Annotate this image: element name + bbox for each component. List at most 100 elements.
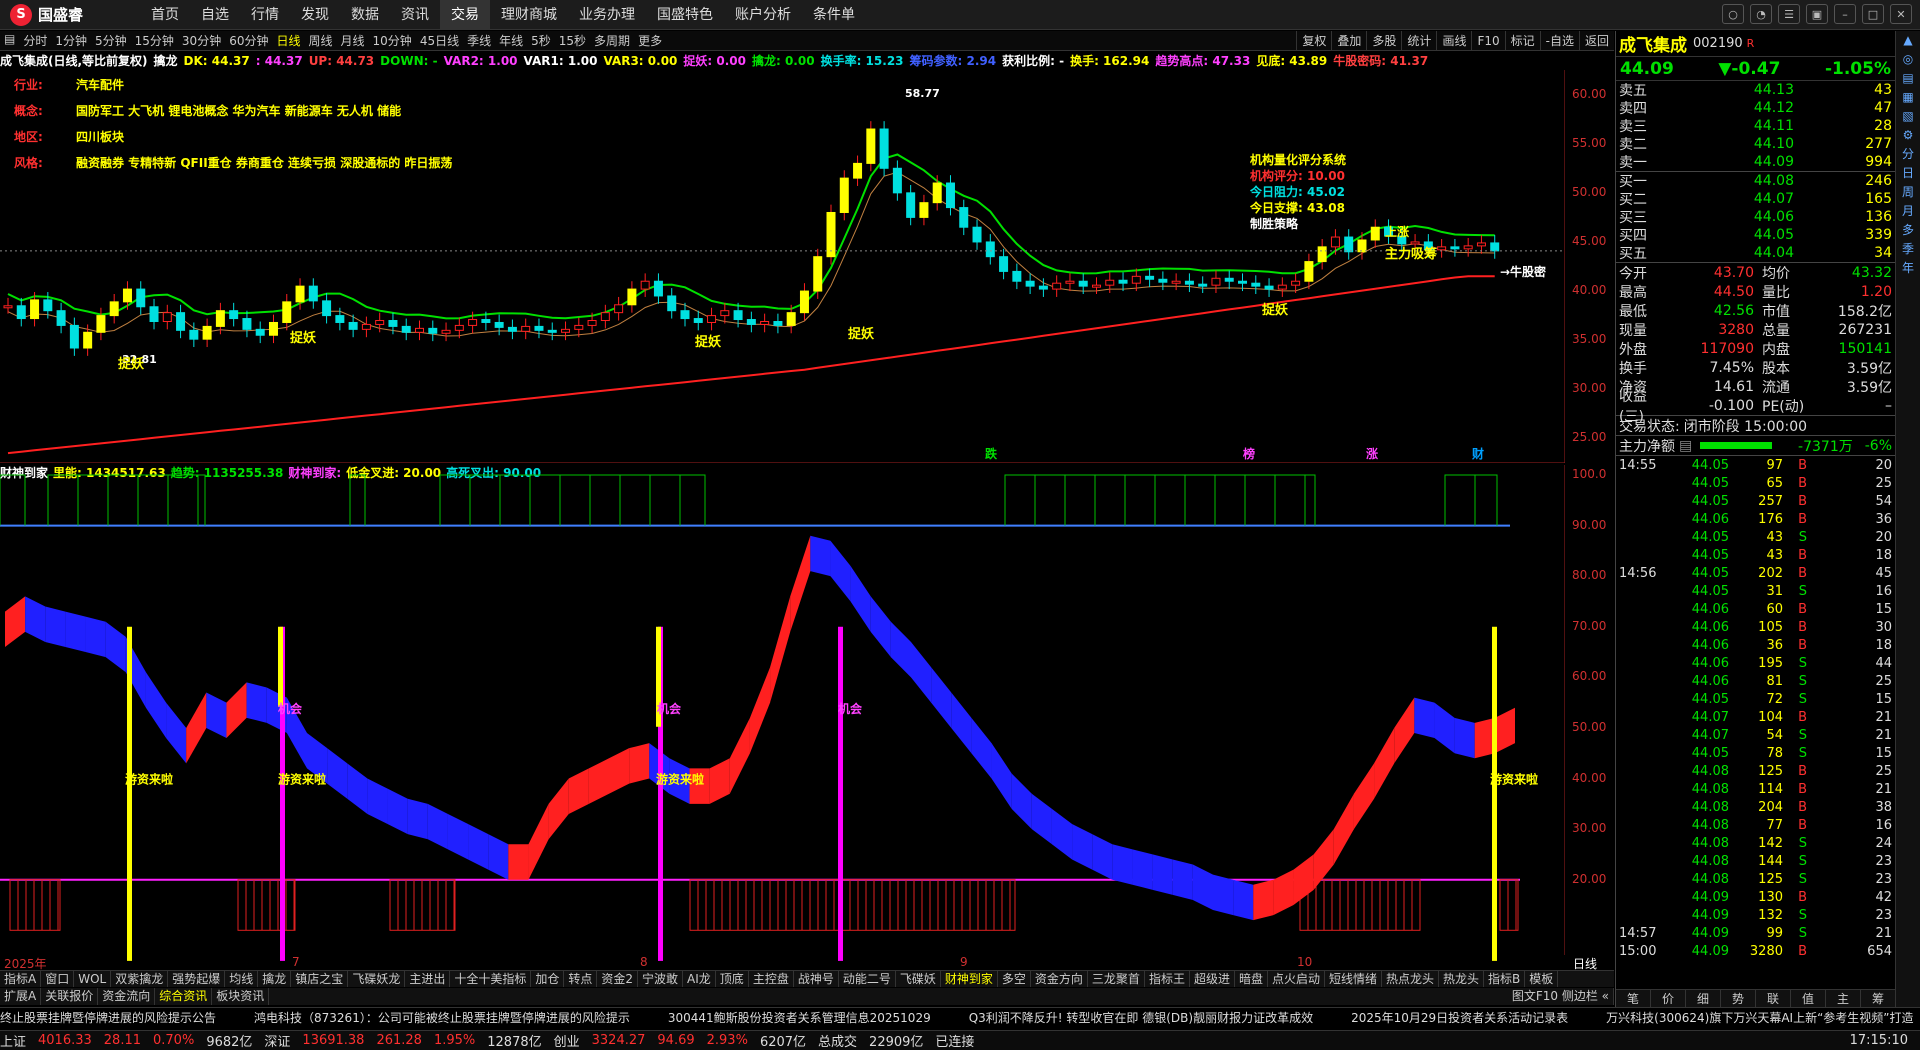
indicator-tab[interactable]: 转点 xyxy=(564,971,598,987)
news-item[interactable]: 2025年10月29日投资者关系活动记录表 xyxy=(1351,1009,1568,1026)
indicator-tab[interactable]: 均线 xyxy=(225,971,259,987)
toolbar-button[interactable]: -自选 xyxy=(1539,31,1579,51)
panel-tab[interactable]: 笔 xyxy=(1616,990,1651,1007)
panel-tab[interactable]: 筹 xyxy=(1861,990,1896,1007)
panel-tab[interactable]: 价 xyxy=(1651,990,1686,1007)
menu-item[interactable]: 发现 xyxy=(290,0,340,30)
indicator-tab[interactable]: 动能二号 xyxy=(839,971,896,987)
panel-tab[interactable]: 主 xyxy=(1826,990,1861,1007)
menu-item[interactable]: 行情 xyxy=(240,0,290,30)
menu-item[interactable]: 资讯 xyxy=(390,0,440,30)
indicator-tab[interactable]: 指标B xyxy=(1484,971,1526,987)
ask-row[interactable]: 卖三 44.11 28 xyxy=(1616,117,1895,135)
toolbar-button[interactable]: 复权 xyxy=(1296,31,1331,51)
indicator-tab[interactable]: 主进出 xyxy=(405,971,451,987)
minimize-icon[interactable]: – xyxy=(1834,4,1856,24)
menu-item[interactable]: 数据 xyxy=(340,0,390,30)
sidebar-icon[interactable]: ▲ xyxy=(1903,31,1912,50)
period-tab[interactable]: 30分钟 xyxy=(178,32,225,49)
news-item[interactable]: 300441鲍斯股份投资者关系管理信息20251029 xyxy=(668,1009,931,1026)
sidebar-icon[interactable]: ▤ xyxy=(1902,69,1913,88)
sidebar-icon[interactable]: ⚙ xyxy=(1903,126,1914,145)
toolbar-button[interactable]: 叠加 xyxy=(1331,31,1366,51)
indicator-tab[interactable]: 加仓 xyxy=(531,971,565,987)
indicator-tab[interactable]: 指标A xyxy=(0,971,42,987)
bid-row[interactable]: 买一 44.08 246 xyxy=(1616,172,1895,190)
menu-item[interactable]: 首页 xyxy=(140,0,190,30)
indicator-tab[interactable]: 窗口 xyxy=(41,971,75,987)
sub-tab[interactable]: 扩展A xyxy=(0,988,42,1005)
collapse-icon[interactable]: ▤ xyxy=(1679,438,1692,454)
indicator-tab[interactable]: 飞碟妖 xyxy=(896,971,941,987)
toolbar-button[interactable]: 统计 xyxy=(1401,31,1436,51)
bid-row[interactable]: 买三 44.06 136 xyxy=(1616,208,1895,226)
indicator-tab[interactable]: WOL xyxy=(74,971,112,987)
maximize-icon[interactable]: □ xyxy=(1862,4,1884,24)
period-tab[interactable]: 季线 xyxy=(463,32,495,49)
sidebar-period[interactable]: 月 xyxy=(1902,202,1914,221)
indicator-tab[interactable]: 主控盘 xyxy=(749,971,794,987)
bid-row[interactable]: 买四 44.05 339 xyxy=(1616,226,1895,244)
period-tab[interactable]: 更多 xyxy=(634,32,666,49)
indicator-tab[interactable]: 暗盘 xyxy=(1235,971,1268,987)
sub-tab[interactable]: 资金流向 xyxy=(98,988,156,1005)
indicator-tab[interactable]: 点火启动 xyxy=(1268,971,1325,987)
bid-row[interactable]: 买二 44.07 165 xyxy=(1616,190,1895,208)
period-tab[interactable]: 日线 xyxy=(272,32,304,49)
period-tab[interactable]: 60分钟 xyxy=(225,32,272,49)
news-item[interactable]: Q3利润不降反升! 转型收官在即 德银(DB)靓丽财报力证改革成效 xyxy=(969,1009,1313,1026)
sidebar-period[interactable]: 周 xyxy=(1902,183,1914,202)
sidebar-period[interactable]: 日 xyxy=(1902,164,1914,183)
indicator-tab[interactable]: 顶底 xyxy=(716,971,749,987)
collapse-icon[interactable]: ▤ xyxy=(0,32,19,49)
menu-item[interactable]: 国盛特色 xyxy=(646,0,724,30)
period-tab[interactable]: 10分钟 xyxy=(369,32,416,49)
indicator-tab[interactable]: 指标王 xyxy=(1145,971,1190,987)
indicator-tab[interactable]: 超级进 xyxy=(1190,971,1235,987)
toolbar-button[interactable]: F10 xyxy=(1471,31,1504,51)
indicator-tab[interactable]: 财神到家 xyxy=(941,971,998,987)
news-item[interactable]: 终止股票挂牌暨停牌进展的风险提示公告 xyxy=(0,1009,216,1026)
period-tab[interactable]: 5秒 xyxy=(527,32,555,49)
sub-tab[interactable]: 关联报价 xyxy=(41,988,99,1005)
indicator-tab[interactable]: 三龙聚首 xyxy=(1088,971,1145,987)
panel-tab[interactable]: 细 xyxy=(1686,990,1721,1007)
chat-icon[interactable]: ○ xyxy=(1722,4,1744,24)
sub-tab[interactable]: 板块资讯 xyxy=(212,988,270,1005)
indicator-tab[interactable]: 热点龙头 xyxy=(1382,971,1440,987)
ask-row[interactable]: 卖四 44.12 47 xyxy=(1616,99,1895,117)
menu-item[interactable]: 条件单 xyxy=(802,0,866,30)
ask-row[interactable]: 卖一 44.09 994 xyxy=(1616,153,1895,171)
period-tab[interactable]: 5分钟 xyxy=(91,32,131,49)
panel-tab[interactable]: 联 xyxy=(1756,990,1791,1007)
menu-item[interactable]: 账户分析 xyxy=(724,0,802,30)
period-tab[interactable]: 分时 xyxy=(19,32,51,49)
sidebar-toggle[interactable]: 图文F10 侧边栏 « xyxy=(1508,988,1614,1005)
sidebar-period[interactable]: 季 xyxy=(1902,240,1914,259)
caishen-indicator-chart[interactable]: 游资来啦 游资来啦 游资来啦 游资来啦 机会 机会 机会 xyxy=(0,465,1565,965)
period-tab[interactable]: 45日线 xyxy=(416,32,463,49)
menu-item[interactable]: 业务办理 xyxy=(568,0,646,30)
skin-icon[interactable]: ▣ xyxy=(1806,4,1828,24)
indicator-tab[interactable]: 热龙头 xyxy=(1439,971,1485,987)
period-tab[interactable]: 月线 xyxy=(337,32,369,49)
indicator-tab[interactable]: 资金2 xyxy=(597,971,639,987)
settings-icon[interactable]: ☰ xyxy=(1778,4,1800,24)
menu-item[interactable]: 交易 xyxy=(440,0,490,30)
indicator-tab[interactable]: 模板 xyxy=(1525,971,1559,987)
period-tab[interactable]: 15秒 xyxy=(555,32,590,49)
sidebar-period[interactable]: 年 xyxy=(1902,259,1914,278)
toolbar-button[interactable]: 返回 xyxy=(1578,31,1614,51)
panel-tab[interactable]: 势 xyxy=(1721,990,1756,1007)
indicator-tab[interactable]: 多空 xyxy=(998,971,1031,987)
sidebar-icon[interactable]: ▦ xyxy=(1902,88,1913,107)
indicator-tab[interactable]: 宁波敢 xyxy=(638,971,684,987)
sub-tab[interactable]: 综合资讯 xyxy=(155,988,213,1005)
indicator-tab[interactable]: AI龙 xyxy=(683,971,716,987)
toolbar-button[interactable]: 画线 xyxy=(1436,31,1471,51)
indicator-tab[interactable]: 短线情绪 xyxy=(1325,971,1383,987)
bell-icon[interactable]: ◔ xyxy=(1750,4,1772,24)
indicator-tab[interactable]: 资金方向 xyxy=(1031,971,1088,987)
ask-row[interactable]: 卖五 44.13 43 xyxy=(1616,81,1895,99)
sidebar-icon[interactable]: ▧ xyxy=(1902,107,1913,126)
